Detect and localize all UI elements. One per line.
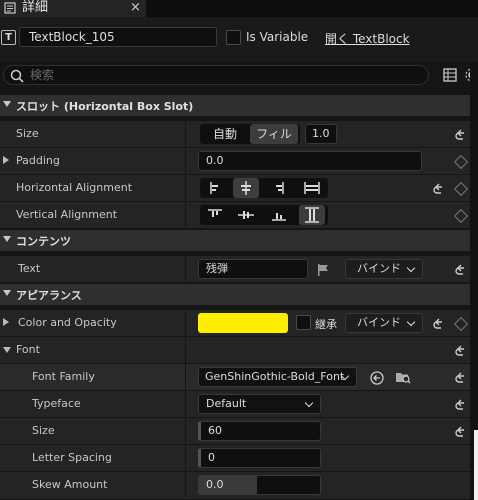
close-icon[interactable]: × xyxy=(130,0,141,15)
bind-label: バインド xyxy=(357,262,401,275)
search-icon xyxy=(10,69,24,83)
section-slot-label: スロット (Horizontal Box Slot) xyxy=(16,100,194,113)
row-font-size-label: Size xyxy=(32,424,55,437)
row-font: Font xyxy=(0,337,470,364)
color-bind-dropdown[interactable]: バインド xyxy=(345,313,423,333)
valign-bottom-icon[interactable] xyxy=(266,205,292,225)
row-padding-label: Padding xyxy=(16,154,60,167)
collapse-arrow-icon xyxy=(3,290,11,296)
textblock-type-icon: T xyxy=(1,30,16,45)
browse-asset-icon[interactable] xyxy=(395,370,411,384)
size-rule-toggle: 自動 フィル xyxy=(200,124,300,144)
inherit-checkbox[interactable] xyxy=(296,315,311,330)
section-appearance[interactable]: アピアランス xyxy=(0,284,470,306)
size-fill-value[interactable]: 1.0 xyxy=(305,124,337,144)
row-text: Text 残弾 バインド xyxy=(0,256,470,283)
row-halign-label: Horizontal Alignment xyxy=(16,181,133,194)
tab-details[interactable]: 詳細 × xyxy=(0,0,146,17)
background-edge xyxy=(474,430,478,500)
halign-center-icon[interactable] xyxy=(233,178,259,198)
reset-icon[interactable] xyxy=(455,129,467,141)
row-typeface-label: Typeface xyxy=(32,397,81,410)
valign-buttons xyxy=(200,205,328,225)
chevron-down-icon xyxy=(406,263,416,273)
is-variable-checkbox[interactable] xyxy=(226,30,241,45)
valign-center-icon[interactable] xyxy=(233,205,259,225)
typeface-value: Default xyxy=(206,397,247,410)
halign-left-icon[interactable] xyxy=(202,178,228,198)
localization-flag-icon[interactable] xyxy=(316,263,330,277)
row-skew: Skew Amount 0.0 xyxy=(0,472,470,500)
reset-icon[interactable] xyxy=(455,399,467,411)
expand-arrow-icon xyxy=(3,318,9,326)
row-font-label: Font xyxy=(16,343,40,356)
row-letter-spacing: Letter Spacing 0 xyxy=(0,445,470,472)
tab-bar: 詳細 × xyxy=(0,0,478,17)
font-family-value: GenShinGothic-Bold_Font xyxy=(205,370,345,383)
row-font-family-label: Font Family xyxy=(32,370,95,383)
is-variable-label: Is Variable xyxy=(246,30,309,44)
row-valign: Vertical Alignment xyxy=(0,202,470,229)
use-selected-asset-icon[interactable] xyxy=(370,371,384,385)
skew-amount-slider[interactable]: 0.0 xyxy=(198,475,321,495)
reset-icon[interactable] xyxy=(433,183,445,195)
property-matrix-icon[interactable] xyxy=(443,68,457,82)
row-halign: Horizontal Alignment xyxy=(0,175,470,202)
chevron-down-icon xyxy=(304,398,314,408)
details-icon xyxy=(4,2,16,14)
search-placeholder: 検索 xyxy=(30,68,55,82)
reset-icon[interactable] xyxy=(455,345,467,357)
text-bind-dropdown[interactable]: バインド xyxy=(345,259,423,279)
section-content-label: コンテンツ xyxy=(16,235,71,248)
row-text-label: Text xyxy=(18,262,41,275)
valign-fill-icon[interactable] xyxy=(299,205,325,225)
keyframe-diamond-icon[interactable] xyxy=(453,208,469,224)
row-skew-label: Skew Amount xyxy=(32,478,108,491)
row-valign-label: Vertical Alignment xyxy=(16,208,118,221)
row-size: Size 自動 フィル 1.0 xyxy=(0,121,470,148)
halign-fill-icon[interactable] xyxy=(299,178,325,198)
size-fill-button[interactable]: フィル xyxy=(250,124,298,144)
size-auto-button[interactable]: 自動 xyxy=(202,124,248,144)
row-font-size: Size 60 xyxy=(0,418,470,445)
letter-spacing-input[interactable]: 0 xyxy=(198,448,321,468)
row-color-label: Color and Opacity xyxy=(18,316,117,329)
keyframe-diamond-icon[interactable] xyxy=(453,181,469,197)
halign-right-icon[interactable] xyxy=(266,178,292,198)
font-size-input[interactable]: 60 xyxy=(198,421,321,441)
text-input[interactable]: 残弾 xyxy=(198,259,308,279)
reset-icon[interactable] xyxy=(455,264,467,276)
widget-name-input[interactable]: TextBlock_105 xyxy=(19,27,217,47)
reset-icon[interactable] xyxy=(455,426,467,438)
valign-top-icon[interactable] xyxy=(202,205,228,225)
expand-arrow-icon xyxy=(3,156,9,164)
row-size-label: Size xyxy=(16,127,39,140)
row-font-family: Font Family GenShinGothic-Bold_Font xyxy=(0,364,470,391)
keyframe-diamond-icon[interactable] xyxy=(453,154,469,170)
font-family-dropdown[interactable]: GenShinGothic-Bold_Font xyxy=(198,367,357,387)
chevron-down-icon xyxy=(406,317,416,327)
row-padding: Padding 0.0 xyxy=(0,148,470,175)
padding-input[interactable]: 0.0 xyxy=(198,151,422,171)
keyframe-diamond-icon[interactable] xyxy=(453,316,469,332)
reset-icon[interactable] xyxy=(455,372,467,384)
inherit-label: 継承 xyxy=(315,318,337,331)
open-textblock-link[interactable]: 開く TextBlock xyxy=(325,30,410,47)
section-content[interactable]: コンテンツ xyxy=(0,230,470,252)
typeface-dropdown[interactable]: Default xyxy=(198,394,321,414)
section-slot[interactable]: スロット (Horizontal Box Slot) xyxy=(0,95,470,117)
bind-label: バインド xyxy=(357,316,401,329)
section-appearance-label: アピアランス xyxy=(16,289,82,302)
row-letter-spacing-label: Letter Spacing xyxy=(32,451,112,464)
collapse-arrow-icon xyxy=(3,347,11,353)
collapse-arrow-icon xyxy=(3,101,11,107)
tab-title: 詳細 xyxy=(22,0,49,15)
row-typeface: Typeface Default xyxy=(0,391,470,418)
halign-buttons xyxy=(200,178,328,198)
reset-icon[interactable] xyxy=(433,318,445,330)
collapse-arrow-icon xyxy=(3,236,11,242)
color-swatch[interactable] xyxy=(198,313,288,333)
row-color: Color and Opacity 継承 バインド xyxy=(0,310,470,337)
search-input[interactable]: 検索 xyxy=(3,65,429,85)
